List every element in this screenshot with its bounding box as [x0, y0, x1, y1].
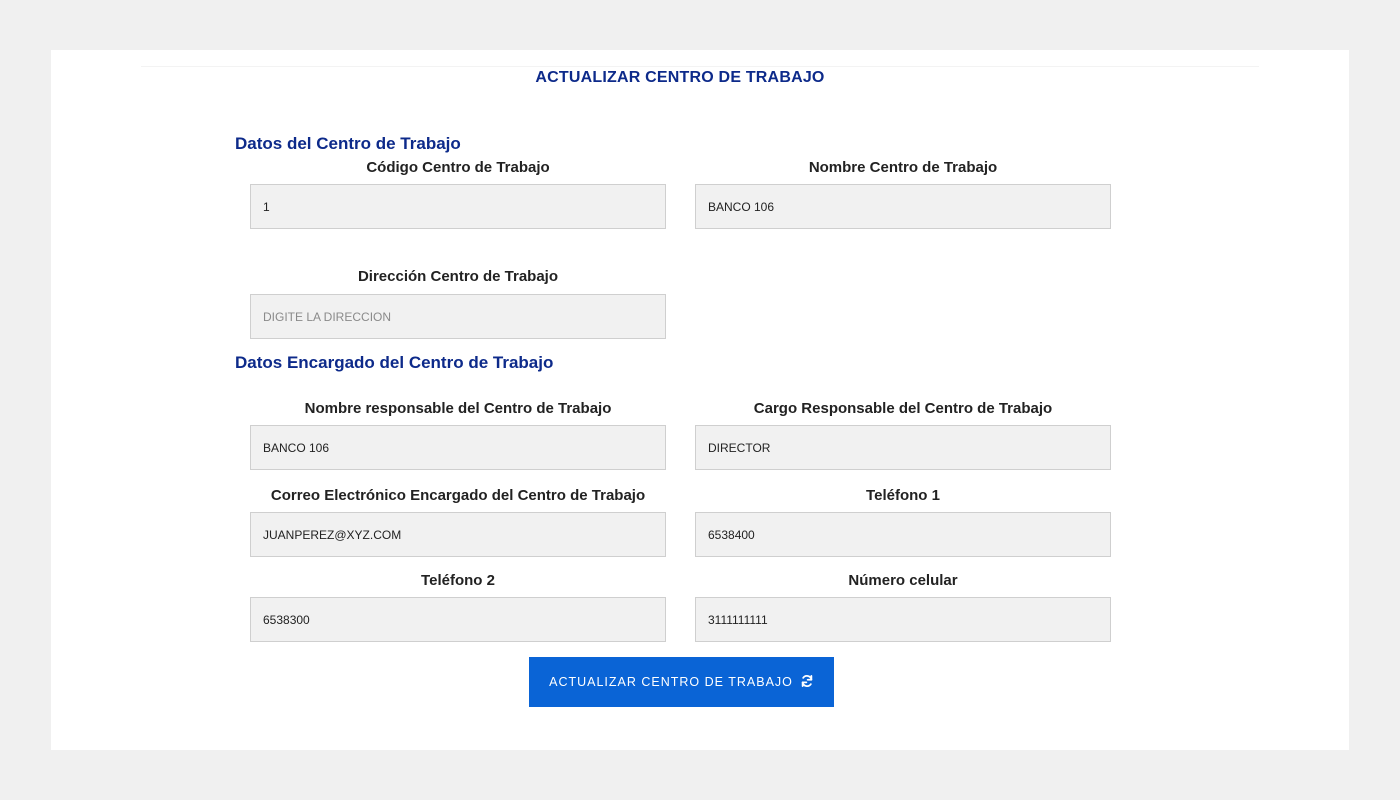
telefono1-input[interactable]: [695, 512, 1111, 557]
celular-label: Número celular: [848, 572, 958, 589]
actualizar-button-label: ACTUALIZAR CENTRO DE TRABAJO: [549, 675, 793, 689]
celular-input[interactable]: [695, 597, 1111, 642]
codigo-label: Código Centro de Trabajo: [366, 159, 550, 176]
actualizar-button[interactable]: ACTUALIZAR CENTRO DE TRABAJO: [529, 657, 834, 707]
nombre-responsable-input[interactable]: [250, 425, 666, 470]
cargo-responsable-input[interactable]: [695, 425, 1111, 470]
correo-label: Correo Electrónico Encargado del Centro …: [270, 487, 646, 504]
telefono2-label: Teléfono 2: [421, 572, 495, 589]
section-title-encargado: Datos Encargado del Centro de Trabajo: [235, 353, 554, 372]
telefono2-input[interactable]: [250, 597, 666, 642]
refresh-icon: [800, 674, 814, 691]
direccion-label: Dirección Centro de Trabajo: [357, 268, 559, 285]
form-card: ACTUALIZAR CENTRO DE TRABAJO Datos del C…: [51, 50, 1349, 750]
telefono1-label: Teléfono 1: [866, 487, 940, 504]
divider: [141, 66, 1259, 67]
nombre-centro-input[interactable]: [695, 184, 1111, 229]
cargo-responsable-label: Cargo Responsable del Centro de Trabajo: [753, 400, 1053, 417]
page-title: ACTUALIZAR CENTRO DE TRABAJO: [535, 69, 825, 86]
codigo-input[interactable]: [250, 184, 666, 229]
direccion-input[interactable]: [250, 294, 666, 339]
nombre-responsable-label: Nombre responsable del Centro de Trabajo: [304, 400, 612, 417]
section-title-centro: Datos del Centro de Trabajo: [235, 134, 461, 153]
correo-input[interactable]: [250, 512, 666, 557]
nombre-centro-label: Nombre Centro de Trabajo: [808, 159, 998, 176]
